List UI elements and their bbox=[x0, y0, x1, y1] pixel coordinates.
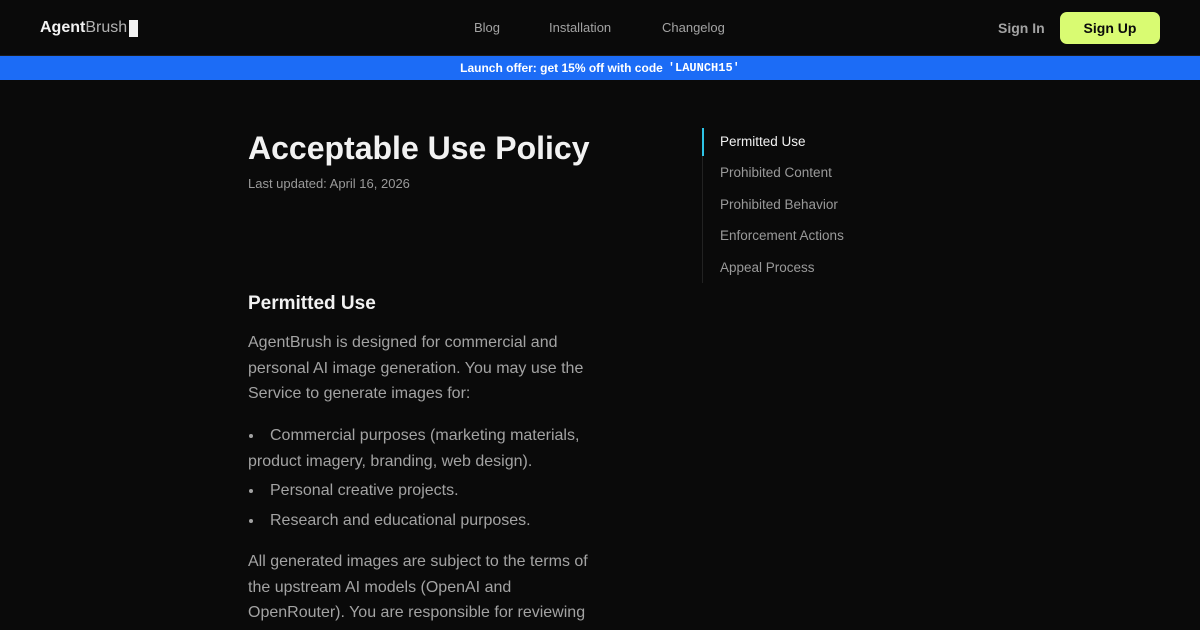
sign-up-button[interactable]: Sign Up bbox=[1060, 12, 1160, 44]
table-of-contents: Permitted Use Prohibited Content Prohibi… bbox=[702, 128, 902, 283]
nav-link-installation[interactable]: Installation bbox=[549, 19, 611, 36]
toc-item-prohibited-behavior[interactable]: Prohibited Behavior bbox=[720, 196, 838, 214]
list-item: Research and educational purposes. bbox=[248, 508, 608, 534]
logo-link[interactable]: Agent Brush bbox=[40, 18, 139, 38]
toc-item-appeal-process[interactable]: Appeal Process bbox=[720, 259, 815, 277]
list-item: Commercial purposes (marketing materials… bbox=[248, 423, 608, 474]
last-updated-text: Last updated: April 16, 2026 bbox=[248, 176, 410, 191]
toc-item-prohibited-content[interactable]: Prohibited Content bbox=[720, 164, 832, 182]
list-item-text: Commercial purposes (marketing materials… bbox=[248, 427, 580, 470]
toc-item-enforcement-actions[interactable]: Enforcement Actions bbox=[720, 227, 844, 245]
banner-text: Launch offer: get 15% off with code bbox=[460, 61, 663, 75]
toc-active-indicator bbox=[702, 128, 704, 156]
logo-cursor-icon bbox=[129, 19, 139, 37]
permitted-use-intro: AgentBrush is designed for commercial an… bbox=[248, 334, 584, 402]
permitted-use-list: Commercial purposes (marketing materials… bbox=[248, 423, 608, 537]
logo-text-light: Brush bbox=[85, 19, 128, 36]
sign-in-link[interactable]: Sign In bbox=[998, 19, 1045, 37]
toc-item-permitted-use[interactable]: Permitted Use bbox=[720, 133, 806, 151]
section-title-permitted-use: Permitted Use bbox=[248, 293, 376, 314]
top-navbar: Agent Brush Blog Installation Changelog S… bbox=[0, 0, 1200, 56]
list-item-text: Research and educational purposes. bbox=[270, 511, 531, 529]
nav-link-blog[interactable]: Blog bbox=[474, 19, 500, 36]
logo-text-bold: Agent bbox=[40, 19, 86, 36]
bullet-icon bbox=[249, 434, 253, 438]
upstream-terms-paragraph: All generated images are subject to the … bbox=[248, 553, 588, 621]
launch-offer-banner: Launch offer: get 15% off with code 'LAU… bbox=[0, 56, 1200, 80]
list-item-text: Personal creative projects. bbox=[270, 482, 459, 499]
list-item: Personal creative projects. bbox=[248, 478, 608, 504]
banner-promo-code: 'LAUNCH15' bbox=[667, 61, 740, 75]
bullet-icon bbox=[249, 489, 253, 493]
nav-link-changelog[interactable]: Changelog bbox=[662, 19, 725, 36]
bullet-icon bbox=[249, 518, 253, 523]
page-title: Acceptable Use Policy bbox=[248, 130, 590, 166]
